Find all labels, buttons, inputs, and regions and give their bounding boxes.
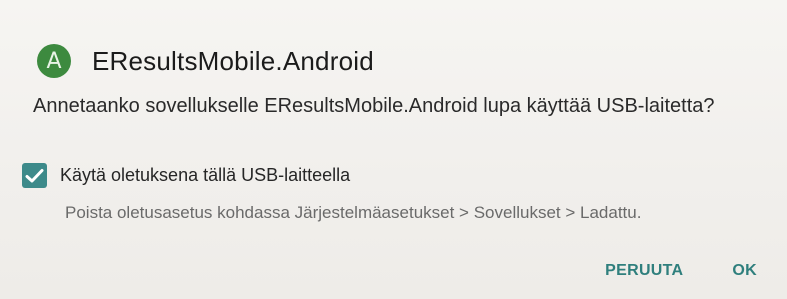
checkbox-label: Käytä oletuksena tällä USB-laitteella — [60, 165, 351, 185]
default-hint-text: Poista oletusasetus kohdassa Järjestelmä… — [65, 203, 642, 222]
cancel-button[interactable]: PERUUTA — [605, 262, 683, 280]
app-icon: A — [37, 44, 71, 78]
ok-button[interactable]: OK — [732, 262, 757, 280]
dialog-actions: PERUUTA OK — [605, 262, 757, 280]
default-checkbox-row[interactable]: Käytä oletuksena tällä USB-laitteella — [22, 163, 350, 188]
usb-permission-dialog: A EResultsMobile.Android Annetaanko sove… — [0, 0, 787, 299]
dialog-message: Annetaanko sovellukselle EResultsMobile.… — [33, 95, 715, 117]
dialog-header: A EResultsMobile.Android — [37, 43, 374, 79]
app-icon-letter: A — [46, 48, 62, 74]
checkbox-checked-icon[interactable] — [22, 163, 47, 188]
dialog-title: EResultsMobile.Android — [92, 45, 374, 76]
